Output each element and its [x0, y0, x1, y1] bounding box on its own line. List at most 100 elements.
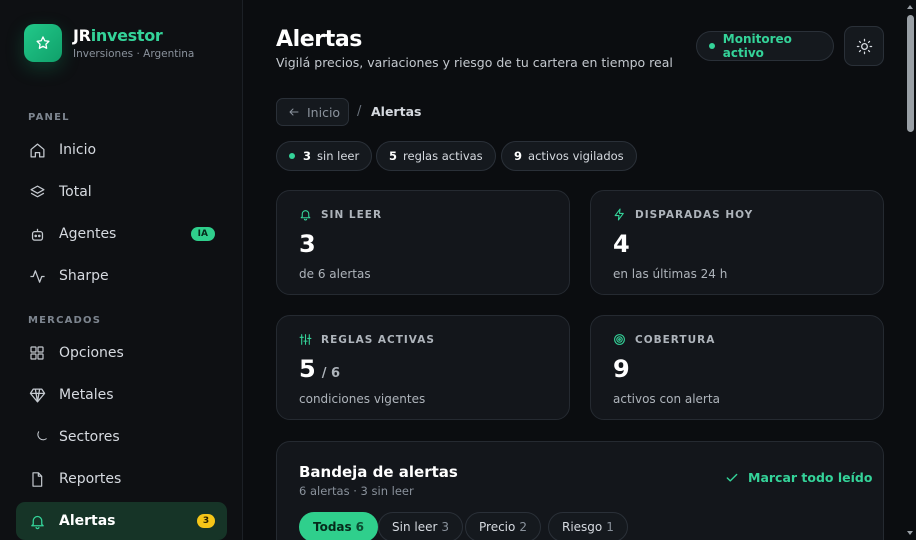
file-icon — [28, 470, 46, 488]
sidebar-item-label: Inicio — [59, 142, 97, 158]
theme-toggle-button[interactable] — [844, 26, 884, 66]
sidebar-item-sectores[interactable]: Sectores — [16, 418, 227, 456]
card-title: DISPARADAS HOY — [635, 208, 754, 221]
scroll-up-icon[interactable] — [906, 3, 914, 11]
status-dot — [709, 43, 715, 49]
breadcrumb-separator: / — [357, 104, 362, 119]
tab-label: Todas — [313, 520, 352, 534]
grid-icon — [28, 344, 46, 362]
card-title: SIN LEER — [321, 208, 383, 221]
monitoring-status-label: Monitoreo activo — [722, 32, 792, 60]
home-icon — [28, 141, 46, 159]
tab-sin-leer[interactable]: Sin leer 3 — [378, 512, 464, 540]
target-icon — [614, 334, 625, 345]
sidebar-item-label: Reportes — [59, 471, 122, 487]
sidebar-item-metales[interactable]: Metales — [16, 376, 227, 414]
brand-name: JRinvestor — [73, 25, 163, 45]
chip-watched-assets[interactable]: 9 activos vigilados — [501, 141, 637, 171]
status-dot — [289, 153, 295, 159]
chip-label: activos vigilados — [528, 149, 624, 163]
card-title: REGLAS ACTIVAS — [321, 333, 435, 346]
arrow-left-icon — [289, 108, 299, 116]
sliders-icon — [299, 334, 312, 345]
scrollbar[interactable] — [904, 0, 916, 540]
main-content: Alertas Vigilá precios, variaciones y ri… — [244, 0, 904, 540]
inbox-title: Bandeja de alertas — [299, 463, 458, 481]
stat-card-unread: SIN LEER 3 de 6 alertas — [276, 190, 570, 295]
section-label-markets: MERCADOS — [28, 315, 102, 326]
tab-label: Sin leer — [392, 520, 438, 534]
page-title: Alertas — [276, 27, 362, 52]
sidebar-item-label: Total — [59, 184, 92, 200]
scroll-down-icon[interactable] — [906, 529, 914, 537]
chip-active-rules[interactable]: 5 reglas activas — [376, 141, 496, 171]
card-description: activos con alerta — [613, 392, 720, 406]
sidebar-item-sharpe[interactable]: Sharpe — [16, 257, 227, 295]
tab-todas[interactable]: Todas 6 — [299, 512, 379, 540]
card-value-total: / 6 — [321, 366, 341, 381]
card-description: de 6 alertas — [299, 267, 371, 281]
sidebar-item-label: Opciones — [59, 345, 124, 361]
tab-count: 2 — [519, 520, 527, 534]
star-icon — [24, 24, 62, 62]
sidebar-item-label: Sharpe — [59, 268, 109, 284]
chip-value: 3 — [303, 149, 312, 163]
sidebar: JRinvestor Inversiones · Argentina PANEL… — [0, 0, 243, 540]
sidebar-item-opciones[interactable]: Opciones — [16, 334, 227, 372]
layers-icon — [28, 183, 46, 201]
chip-value: 5 — [389, 149, 398, 163]
scroll-thumb[interactable] — [907, 15, 914, 132]
tab-precio[interactable]: Precio 2 — [465, 512, 541, 540]
card-title: COBERTURA — [635, 333, 716, 346]
stat-card-active-rules: REGLAS ACTIVAS 5/ 6 condiciones vigentes — [276, 315, 570, 420]
diamond-icon — [28, 386, 46, 404]
sidebar-item-total[interactable]: Total — [16, 173, 227, 211]
inbox-subtitle: 6 alertas · 3 sin leer — [299, 484, 414, 498]
brand-subtitle: Inversiones · Argentina — [73, 47, 195, 60]
mark-all-read-label: Marcar todo leído — [748, 470, 873, 485]
chip-value: 9 — [514, 149, 523, 163]
sidebar-item-inicio[interactable]: Inicio — [16, 131, 227, 169]
sidebar-item-label: Agentes — [59, 226, 117, 242]
monitoring-status[interactable]: Monitoreo activo — [696, 31, 834, 61]
breadcrumb-back-label: Inicio — [307, 104, 341, 120]
sidebar-item-label: Metales — [59, 387, 114, 403]
sidebar-item-alertas[interactable]: Alertas 3 — [16, 502, 227, 540]
stat-card-triggered-today: DISPARADAS HOY 4 en las últimas 24 h — [590, 190, 884, 295]
stat-card-coverage: COBERTURA 9 activos con alerta — [590, 315, 884, 420]
card-value: 9 — [613, 355, 630, 383]
sidebar-item-label: Sectores — [59, 429, 120, 445]
chip-unread[interactable]: 3 sin leer — [276, 141, 373, 171]
section-label-panel: PANEL — [28, 112, 70, 123]
card-description: condiciones vigentes — [299, 392, 426, 406]
tab-label: Precio — [479, 520, 516, 534]
zap-icon — [614, 208, 624, 221]
tab-count: 6 — [355, 520, 365, 534]
check-icon — [726, 473, 738, 482]
alerts-inbox: Bandeja de alertas 6 alertas · 3 sin lee… — [276, 441, 884, 540]
breadcrumb-back-button[interactable]: Inicio — [276, 98, 349, 126]
moon-icon — [32, 428, 50, 446]
page-subtitle: Vigilá precios, variaciones y riesgo de … — [276, 55, 673, 70]
alert-count-badge: 3 — [197, 514, 215, 528]
ai-badge: IA — [190, 227, 215, 241]
activity-icon — [28, 267, 46, 285]
chip-label: sin leer — [317, 149, 360, 163]
brand[interactable]: JRinvestor Inversiones · Argentina — [24, 24, 194, 62]
bell-icon — [300, 210, 311, 221]
tab-riesgo[interactable]: Riesgo 1 — [548, 512, 628, 540]
card-value: 4 — [613, 230, 630, 258]
sidebar-item-reportes[interactable]: Reportes — [16, 460, 227, 498]
mark-all-read-button[interactable]: Marcar todo leído — [725, 470, 872, 485]
tab-count: 3 — [441, 520, 450, 534]
card-value: 5/ 6 — [299, 355, 341, 383]
sun-icon — [856, 38, 872, 54]
tab-count: 1 — [606, 520, 614, 534]
card-description: en las últimas 24 h — [613, 267, 728, 281]
bell-icon — [28, 512, 46, 530]
card-value: 3 — [299, 230, 316, 258]
breadcrumb-current: Alertas — [371, 104, 422, 119]
sidebar-item-agentes[interactable]: Agentes IA — [16, 215, 227, 253]
sidebar-item-label: Alertas — [59, 513, 116, 529]
chip-label: reglas activas — [403, 149, 483, 163]
